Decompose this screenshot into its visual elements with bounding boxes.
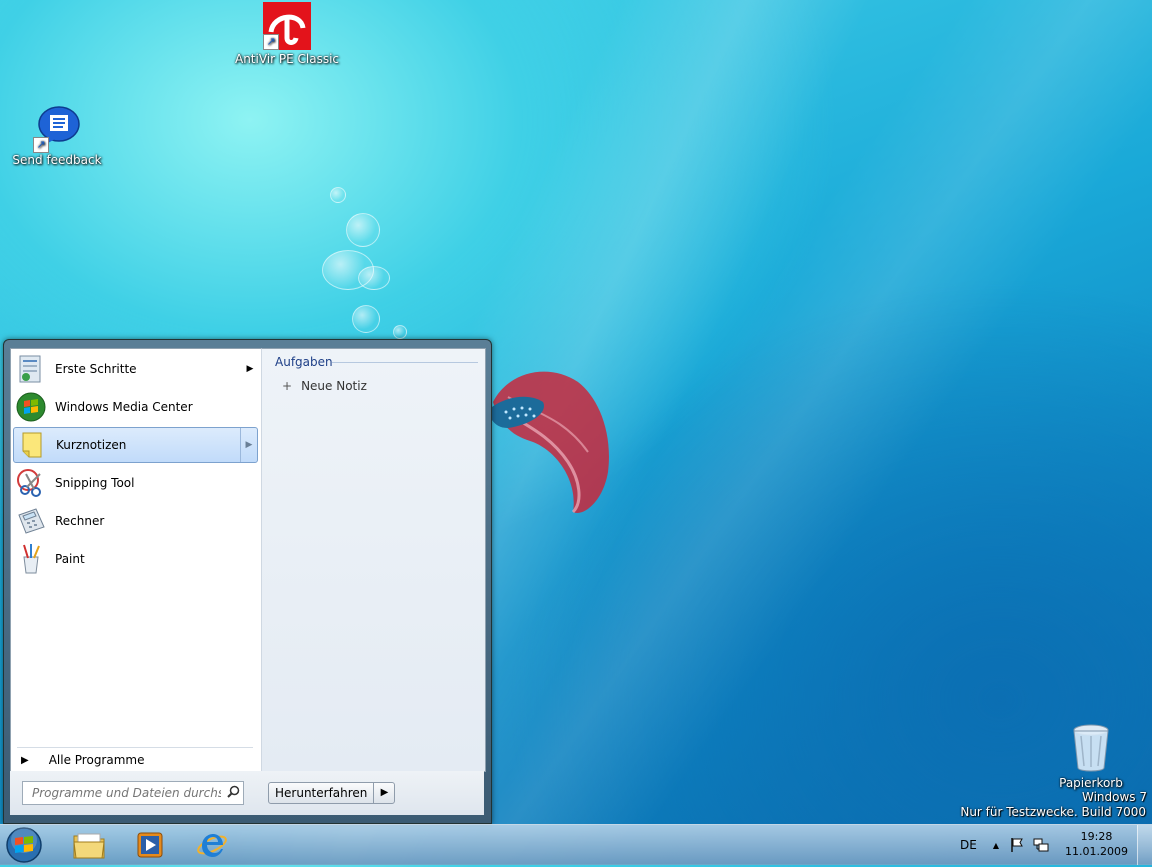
desktop-icon-recycle-bin[interactable]: Papierkorb — [1036, 722, 1146, 790]
taskbar: DE ▲ 19:28 11.01.2009 — [0, 824, 1152, 865]
folder-icon — [73, 833, 105, 859]
desktop-icon-label: AntiVir PE Classic — [234, 52, 339, 66]
system-tray: DE ▲ — [960, 825, 1049, 865]
submenu-arrow-icon[interactable]: ▶ — [240, 428, 257, 462]
program-item-label: Windows Media Center — [55, 400, 193, 414]
clock-time: 19:28 — [1080, 830, 1113, 843]
taskbar-pinned-explorer[interactable] — [61, 827, 117, 863]
taskbar-clock[interactable]: 19:28 11.01.2009 — [1065, 829, 1128, 859]
shortcut-arrow-icon: ↗ — [33, 137, 49, 153]
network-icon[interactable] — [1033, 837, 1049, 853]
all-programs-arrow-icon: ▶ — [21, 754, 29, 766]
wallpaper-bubble — [393, 325, 407, 339]
desktop-icon-antivir[interactable]: ↗ AntiVir PE Classic — [232, 2, 342, 66]
program-item-label: Rechner — [55, 514, 105, 528]
wallpaper-bubble — [346, 213, 380, 247]
start-menu: Erste Schritte ▶ Windows Media Center Ku… — [3, 339, 492, 824]
jumplist-section-divider — [332, 362, 478, 363]
wallpaper-betta-fish — [488, 371, 609, 514]
wallpaper-bubble — [330, 187, 346, 203]
program-item-rechner[interactable]: Rechner — [13, 503, 258, 539]
desktop-icon-label: Send feedback — [12, 153, 102, 167]
program-item-label: Snipping Tool — [55, 476, 135, 490]
ie-icon — [197, 834, 227, 857]
windows-build-watermark: Windows 7 Nur für Testzwecke. Build 7000 — [960, 790, 1147, 819]
program-item-label: Erste Schritte — [55, 362, 137, 376]
start-search-box[interactable] — [22, 781, 244, 805]
wallpaper-bubble — [358, 266, 390, 290]
show-hidden-icons-arrow[interactable]: ▲ — [993, 841, 999, 850]
desktop-icon-label: Papierkorb — [1059, 776, 1123, 790]
program-item-erste-schritte[interactable]: Erste Schritte ▶ — [13, 351, 258, 387]
submenu-arrow-icon[interactable]: ▶ — [242, 364, 258, 374]
media-player-icon — [137, 832, 163, 858]
snipping-tool-icon — [15, 467, 47, 499]
taskbar-pinned-internet-explorer[interactable] — [184, 827, 240, 863]
recycle-bin-icon — [1073, 724, 1109, 772]
shutdown-button-group: Herunterfahren ▶ — [268, 782, 396, 804]
jumplist-task-neue-notiz[interactable]: + Neue Notiz — [282, 379, 367, 393]
desktop-icon-send-feedback[interactable]: ↗ Send feedback — [2, 105, 112, 167]
start-button[interactable] — [4, 826, 44, 864]
program-item-windows-media-center[interactable]: Windows Media Center — [13, 389, 258, 425]
start-search-input[interactable] — [30, 785, 224, 801]
search-icon[interactable] — [223, 785, 243, 801]
all-programs-button[interactable]: ▶ Alle Programme — [21, 753, 144, 767]
clock-date: 11.01.2009 — [1065, 845, 1128, 858]
plus-icon: + — [282, 379, 293, 393]
paint-icon — [15, 543, 47, 575]
taskbar-pinned-media-player[interactable] — [122, 827, 178, 863]
start-menu-programs-pane: Erste Schritte ▶ Windows Media Center Ku… — [10, 348, 262, 772]
show-desktop-button[interactable] — [1137, 825, 1152, 865]
shortcut-arrow-icon: ↗ — [263, 34, 279, 50]
start-menu-bottom-bar: Herunterfahren ▶ — [10, 771, 484, 815]
action-center-flag-icon[interactable] — [1009, 837, 1025, 853]
jumplist-pane: Aufgaben + Neue Notiz — [261, 348, 486, 772]
jumplist-task-label: Neue Notiz — [301, 379, 367, 393]
all-programs-separator — [17, 747, 253, 748]
shutdown-options-arrow-icon[interactable]: ▶ — [374, 783, 394, 803]
wallpaper-bubble — [352, 305, 380, 333]
watermark-line-2: Nur für Testzwecke. Build 7000 — [960, 805, 1146, 819]
calculator-icon — [15, 505, 47, 537]
windows-logo-icon — [6, 827, 42, 863]
language-indicator[interactable]: DE — [960, 838, 977, 852]
program-item-label: Paint — [55, 552, 85, 566]
sticky-notes-icon — [16, 429, 48, 461]
shutdown-button[interactable]: Herunterfahren — [269, 783, 375, 803]
watermark-line-1: Windows 7 — [1081, 790, 1147, 804]
getting-started-icon — [15, 353, 47, 385]
program-item-label: Kurznotizen — [56, 438, 127, 452]
program-item-snipping-tool[interactable]: Snipping Tool — [13, 465, 258, 501]
jumplist-section-title: Aufgaben — [275, 355, 333, 369]
program-item-paint[interactable]: Paint — [13, 541, 258, 577]
all-programs-label: Alle Programme — [48, 753, 145, 767]
media-center-icon — [15, 391, 47, 423]
program-item-kurznotizen[interactable]: Kurznotizen ▶ — [13, 427, 258, 463]
